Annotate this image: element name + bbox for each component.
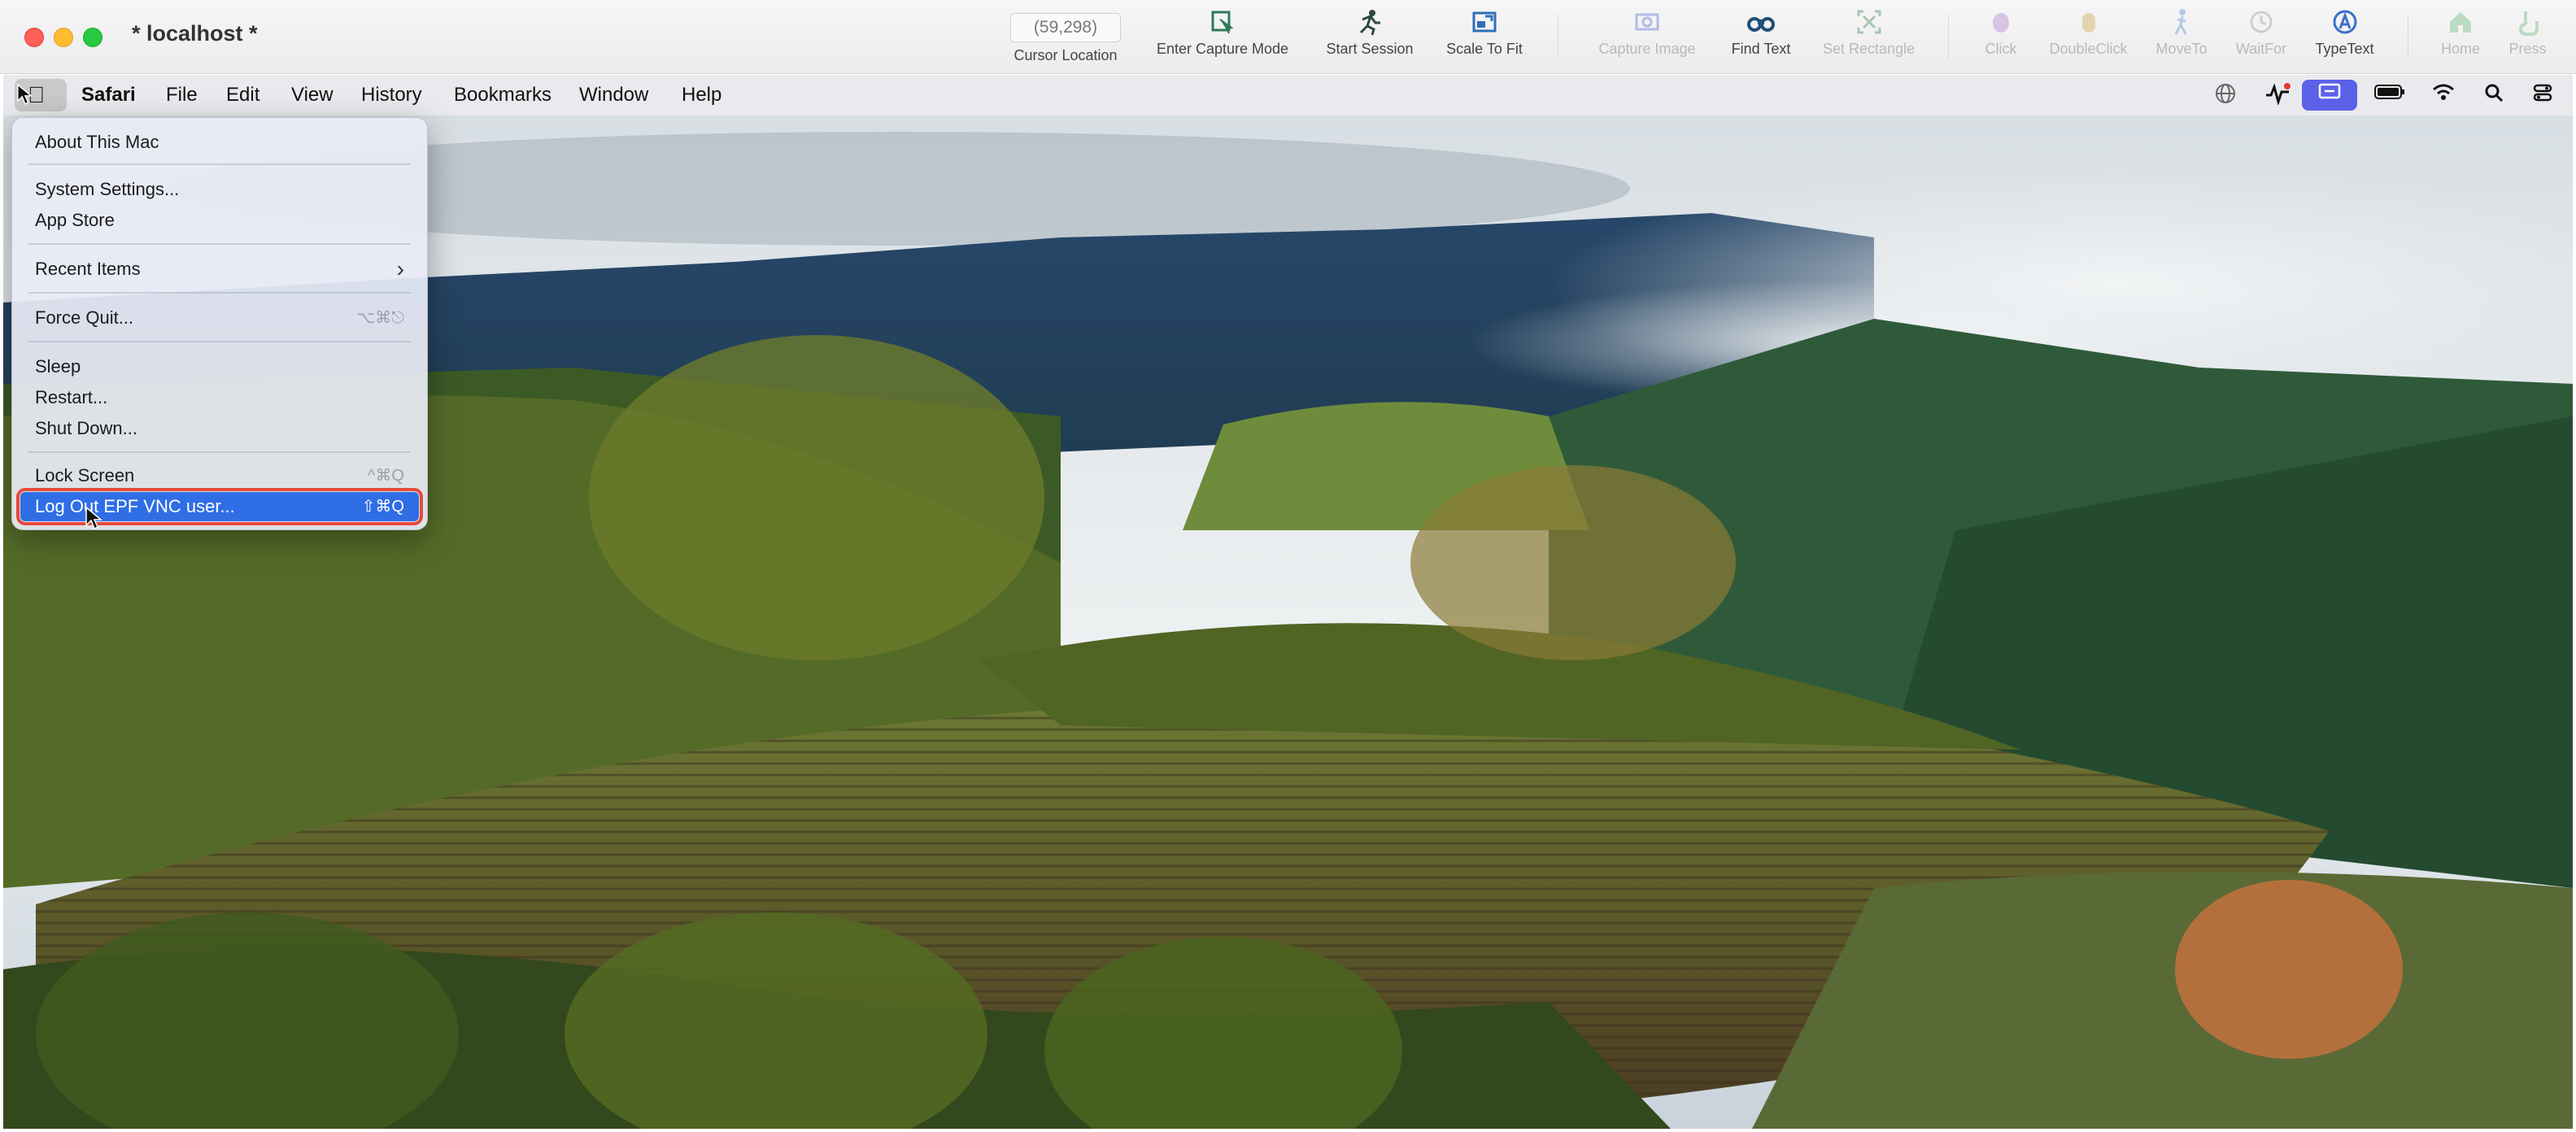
screen-sharing-icon[interactable] [2302, 80, 2357, 111]
click-label: Click [1985, 41, 2017, 57]
menu-item-label: Force Quit... [35, 307, 134, 328]
capture-image-label: Capture Image [1598, 41, 1696, 57]
menu-separator [28, 243, 411, 245]
menu-separator [28, 292, 411, 294]
menu-item-shortcut: ^⌘Q [368, 467, 404, 485]
menu-item-label: App Store [35, 210, 115, 230]
click-icon [1968, 8, 2033, 41]
cursor-location-label: Cursor Location [1013, 47, 1118, 63]
home-icon [2428, 8, 2493, 41]
menu-window[interactable]: Window [579, 75, 648, 115]
menu-item-label: Recent Items [35, 259, 141, 279]
menu-history[interactable]: History [361, 75, 422, 115]
menu-bookmarks[interactable]: Bookmarks [454, 75, 551, 115]
scale-to-fit-icon [1432, 8, 1537, 41]
menu-item-log-out[interactable]: Log Out EPF VNC user... ⇧⌘Q [16, 488, 423, 525]
menu-item-app-store[interactable]: App Store [20, 206, 419, 235]
enter-capture-mode-button[interactable]: Enter Capture Mode [1145, 8, 1300, 70]
type-text-icon [2302, 8, 2387, 41]
move-to-label: MoveTo [2155, 41, 2208, 57]
menu-separator [28, 341, 411, 342]
rectangle-icon [1810, 8, 1928, 41]
move-to-button[interactable]: MoveTo [2141, 8, 2222, 70]
activity-monitor-icon[interactable] [2260, 82, 2295, 108]
start-session-label: Start Session [1326, 41, 1414, 57]
menu-app-name[interactable]: Safari [81, 75, 136, 115]
zoom-window-button[interactable] [83, 28, 102, 47]
menu-separator [28, 163, 411, 165]
capture-image-icon [1582, 8, 1712, 41]
control-center-icon[interactable] [2528, 82, 2557, 108]
menu-item-label: Shut Down... [35, 418, 137, 438]
set-rectangle-button[interactable]: Set Rectangle [1810, 8, 1928, 70]
minimize-window-button[interactable] [54, 28, 73, 47]
menu-item-sleep[interactable]: Sleep [20, 352, 419, 381]
app-toolbar: * localhost * (59,298) Cursor Location E… [0, 0, 2576, 74]
spotlight-search-icon[interactable] [2479, 82, 2508, 108]
find-text-label: Find Text [1731, 41, 1791, 57]
globe-icon[interactable] [2209, 82, 2242, 108]
macos-menu-bar:  Safari File Edit View History Bookmark… [3, 75, 2573, 115]
set-rectangle-label: Set Rectangle [1822, 41, 1916, 57]
start-session-button[interactable]: Start Session [1313, 8, 1427, 70]
menu-item-shortcut: ⌥⌘⎋ [356, 309, 404, 327]
press-icon [2493, 8, 2562, 41]
menu-help[interactable]: Help [682, 75, 721, 115]
mouse-pointer-icon [17, 83, 33, 105]
menu-item-label: Lock Screen [35, 465, 135, 485]
menu-item-system-settings[interactable]: System Settings... [20, 175, 419, 204]
menu-item-recent-items[interactable]: Recent Items › [20, 255, 419, 284]
wait-for-button[interactable]: WaitFor [2225, 8, 2298, 70]
capture-mode-icon [1145, 8, 1300, 41]
wait-for-label: WaitFor [2235, 41, 2287, 57]
menu-file[interactable]: File [166, 75, 198, 115]
menu-edit[interactable]: Edit [226, 75, 259, 115]
type-text-label: TypeText [2315, 41, 2374, 57]
press-button[interactable]: Press [2493, 8, 2562, 70]
clock-icon [2225, 8, 2298, 41]
press-label: Press [2508, 41, 2547, 57]
double-click-label: DoubleClick [2049, 41, 2128, 57]
chevron-right-icon: › [396, 256, 404, 281]
capture-image-button[interactable]: Capture Image [1582, 8, 1712, 70]
cursor-location-value: (59,298) [1009, 13, 1122, 42]
enter-capture-mode-label: Enter Capture Mode [1156, 41, 1289, 57]
menu-item-label: Restart... [35, 387, 108, 407]
menu-separator [28, 451, 411, 453]
double-click-button[interactable]: DoubleClick [2038, 8, 2139, 70]
cursor-location-readout: (59,298) Cursor Location [1000, 8, 1131, 70]
toolbar-divider [1948, 15, 1949, 59]
type-text-button[interactable]: TypeText [2302, 8, 2387, 70]
home-button[interactable]: Home [2428, 8, 2493, 70]
menu-item-force-quit[interactable]: Force Quit... ⌥⌘⎋ [20, 303, 419, 333]
menu-item-label: About This Mac [35, 132, 159, 152]
double-click-icon [2038, 8, 2139, 41]
battery-icon[interactable] [2370, 82, 2409, 108]
runner-icon [1313, 8, 1427, 41]
home-label: Home [2440, 41, 2480, 57]
menu-item-shut-down[interactable]: Shut Down... [20, 414, 419, 443]
walking-person-icon [2141, 8, 2222, 41]
menu-item-shortcut: ⇧⌘Q [361, 498, 404, 516]
apple-menu-dropdown: About This Mac System Settings... App St… [11, 117, 428, 530]
menu-item-label: Sleep [35, 356, 81, 377]
mouse-pointer-icon [85, 506, 102, 530]
menu-item-restart[interactable]: Restart... [20, 383, 419, 412]
wifi-icon[interactable] [2427, 82, 2460, 108]
menu-item-lock-screen[interactable]: Lock Screen ^⌘Q [20, 461, 419, 490]
menu-item-label: Log Out EPF VNC user... [35, 496, 235, 516]
binoculars-icon [1716, 8, 1806, 41]
window-title: * localhost * [132, 21, 258, 46]
menu-view[interactable]: View [291, 75, 333, 115]
close-window-button[interactable] [24, 28, 44, 47]
remote-screen[interactable]:  Safari File Edit View History Bookmark… [3, 75, 2573, 1129]
scale-to-fit-button[interactable]: Scale To Fit [1432, 8, 1537, 70]
click-button[interactable]: Click [1968, 8, 2033, 70]
menu-item-about-this-mac[interactable]: About This Mac [20, 128, 419, 157]
menu-item-label: System Settings... [35, 179, 180, 199]
find-text-button[interactable]: Find Text [1716, 8, 1806, 70]
scale-to-fit-label: Scale To Fit [1446, 41, 1523, 57]
